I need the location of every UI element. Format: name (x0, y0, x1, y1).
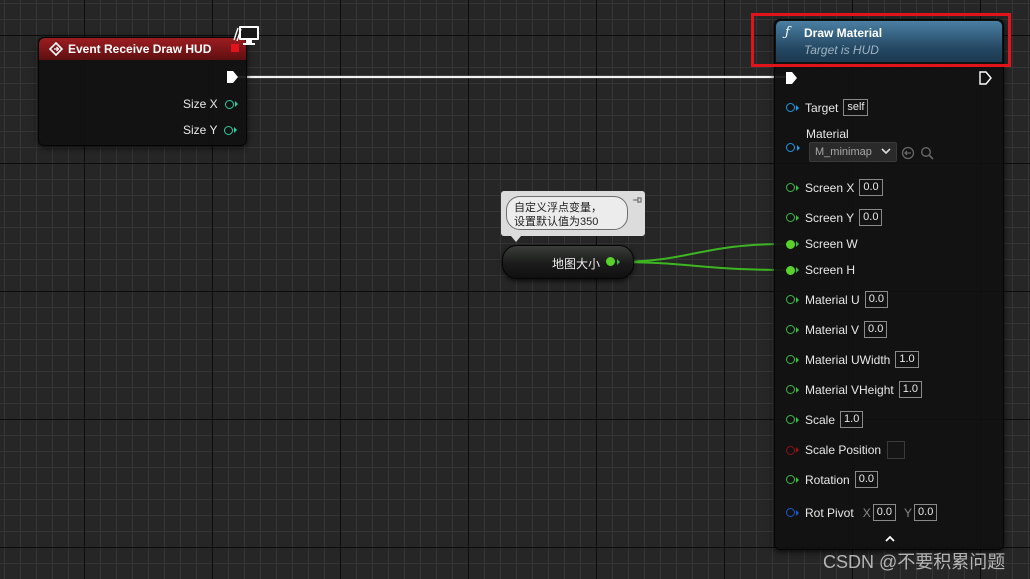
scale-value[interactable]: 1.0 (840, 411, 864, 428)
comment-bubble[interactable]: 自定义浮点变量， 设置默认值为350 (501, 191, 645, 242)
scale-position-pin[interactable] (786, 445, 795, 455)
watermark: CSDN @不要积累问题 (823, 552, 1006, 572)
screen-w-pin[interactable] (786, 239, 795, 249)
map-size-variable-node[interactable]: 地图大小 (502, 245, 634, 279)
scale-position-checkbox[interactable] (887, 441, 906, 459)
material-pin[interactable] (786, 143, 795, 152)
highlight-box (751, 13, 1011, 67)
exec-input-pin[interactable] (784, 71, 798, 85)
material-u-label: Material U (805, 292, 860, 307)
material-label: Material (806, 127, 849, 141)
variable-node-label: 地图大小 (552, 257, 601, 271)
material-uwidth-value[interactable]: 1.0 (895, 351, 919, 368)
event-diamond-icon (49, 42, 63, 56)
target-label: Target (805, 100, 839, 115)
material-uwidth-pin[interactable] (786, 355, 795, 364)
rotation-label: Rotation (805, 472, 850, 487)
collapse-advanced-chevron-icon[interactable] (884, 535, 896, 543)
material-dropdown-value: M_minimap (815, 146, 872, 158)
screen-x-value[interactable]: 0.0 (859, 179, 883, 196)
rot-pivot-y-label: Y (904, 505, 913, 520)
material-vheight-label: Material VHeight (805, 382, 894, 397)
material-u-pin[interactable] (786, 295, 795, 304)
screen-y-label: Screen Y (805, 210, 855, 225)
comment-line-2: 设置默认值为350 (514, 216, 599, 228)
event-node-title: Event Receive Draw HUD (68, 42, 212, 56)
browse-asset-search-icon[interactable] (920, 146, 934, 160)
exec-output-pin[interactable] (978, 71, 992, 85)
material-v-label: Material V (805, 322, 860, 337)
float-wire-screen-w (615, 243, 787, 263)
variable-output-pin[interactable] (606, 257, 615, 266)
size-x-pin[interactable] (224, 99, 234, 109)
pin-comment-icon[interactable] (632, 195, 642, 205)
scale-label: Scale (805, 412, 836, 427)
exec-output-pin[interactable] (225, 70, 239, 84)
scale-pin[interactable] (786, 415, 795, 424)
rotation-value[interactable]: 0.0 (854, 471, 878, 488)
screen-y-pin[interactable] (786, 213, 795, 222)
comment-bubble-arrow (511, 236, 521, 242)
target-value[interactable]: self (843, 99, 869, 116)
rot-pivot-x-label: X (862, 505, 871, 520)
scale-position-label: Scale Position (805, 443, 882, 457)
size-y-label: Size Y (183, 123, 218, 137)
material-dropdown[interactable]: M_minimap (809, 142, 897, 162)
screen-h-label: Screen H (805, 263, 856, 277)
variable-output-pin-tip (617, 259, 620, 265)
size-x-label: Size X (183, 97, 218, 111)
material-uwidth-label: Material UWidth (805, 352, 891, 367)
rot-pivot-x-value[interactable]: 0.0 (872, 504, 896, 521)
material-u-value[interactable]: 0.0 (864, 291, 888, 308)
screen-x-label: Screen X (805, 180, 855, 195)
size-y-pin[interactable] (224, 125, 234, 135)
screen-w-label: Screen W (805, 237, 858, 251)
client-only-monitor-icon (233, 26, 259, 45)
material-vheight-value[interactable]: 1.0 (898, 381, 923, 398)
screen-h-pin[interactable] (786, 265, 795, 275)
event-receive-draw-hud-node[interactable]: Event Receive Draw HUD Size X Size Y (38, 37, 247, 146)
screen-y-value[interactable]: 0.0 (859, 209, 883, 226)
rot-pivot-y-value[interactable]: 0.0 (914, 504, 938, 521)
rot-pivot-pin[interactable] (786, 508, 795, 517)
material-v-value[interactable]: 0.0 (864, 321, 888, 338)
rot-pivot-label: Rot Pivot (805, 505, 854, 520)
screen-x-pin[interactable] (786, 183, 795, 192)
float-wire-screen-h (615, 261, 787, 271)
use-selected-asset-icon[interactable] (901, 146, 915, 160)
material-v-pin[interactable] (786, 325, 795, 334)
material-vheight-pin[interactable] (786, 385, 795, 394)
target-pin[interactable] (786, 103, 795, 112)
draw-material-node[interactable]: ƒ Draw Material Target is HUD Target sel… (774, 19, 1004, 550)
chevron-down-icon (881, 148, 891, 155)
rotation-pin[interactable] (786, 475, 795, 484)
